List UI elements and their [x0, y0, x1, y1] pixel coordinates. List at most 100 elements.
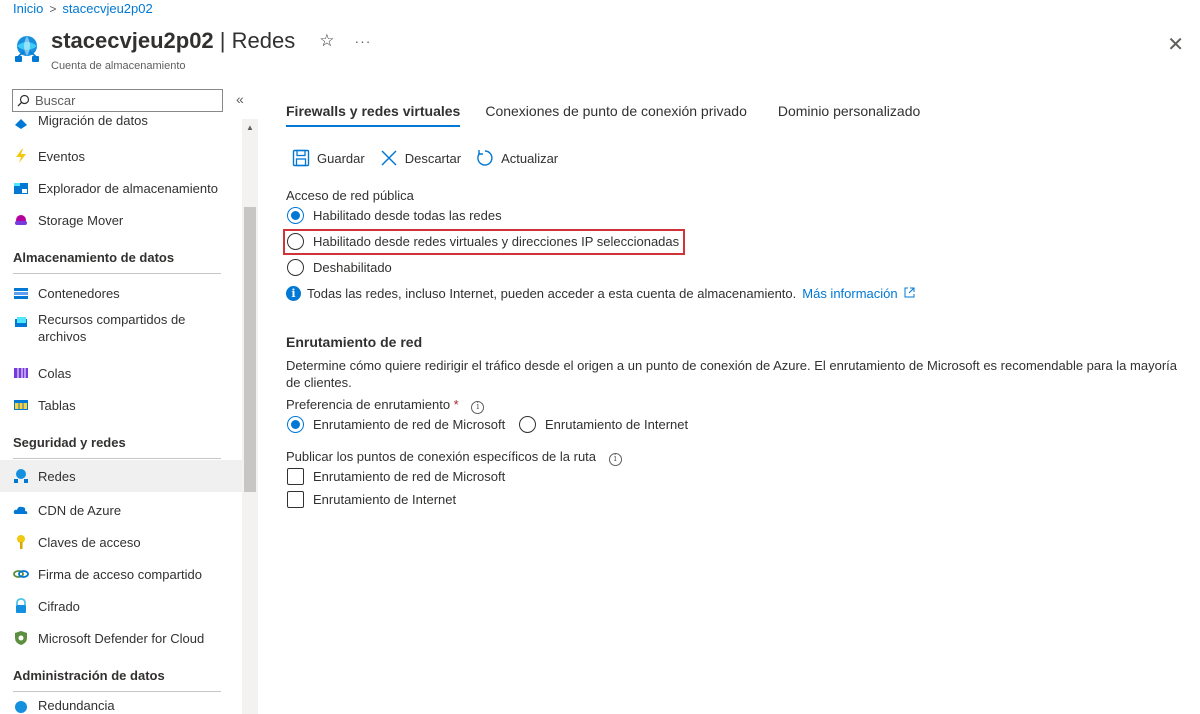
save-label: Guardar [317, 150, 365, 166]
page-subtitle: Cuenta de almacenamiento [51, 60, 186, 72]
save-button[interactable]: Guardar [292, 149, 365, 167]
sidebar-item-claves[interactable]: Claves de acceso [0, 531, 242, 553]
checkbox-publish-internet[interactable]: Enrutamiento de Internet [287, 491, 456, 508]
sidebar-item-firma[interactable]: Firma de acceso compartido [0, 563, 242, 585]
search-input[interactable] [35, 93, 205, 108]
refresh-icon [477, 150, 493, 166]
scrollbar-thumb[interactable] [244, 207, 256, 492]
sidebar-item-label: Eventos [38, 148, 85, 164]
redundancy-icon [12, 698, 29, 714]
checkbox[interactable] [287, 468, 304, 485]
radio-button[interactable] [287, 233, 304, 250]
breadcrumb-current-link[interactable]: stacecvjeu2p02 [62, 1, 152, 16]
info-icon[interactable]: i [471, 400, 485, 414]
refresh-button[interactable]: Actualizar [476, 149, 558, 167]
discard-button[interactable]: Descartar [380, 149, 461, 167]
radio-all-networks[interactable]: Habilitado desde todas las redes [287, 207, 502, 224]
sidebar-item-label: Storage Mover [38, 212, 124, 228]
sidebar-scrollbar[interactable]: ▲ [242, 119, 258, 714]
sidebar: « ▲ Migración de datos Eventos Explorado… [0, 87, 258, 714]
sidebar-item-label: Firma de acceso compartido [38, 566, 203, 582]
scroll-up-icon[interactable]: ▲ [246, 123, 254, 132]
radio-label: Habilitado desde redes virtuales y direc… [313, 234, 680, 249]
events-icon [12, 148, 29, 165]
section-administracion: Administración de datos [13, 668, 221, 692]
radio-label: Enrutamiento de red de Microsoft [313, 417, 506, 432]
checkbox-label: Enrutamiento de red de Microsoft [313, 469, 506, 484]
info-icon: i [286, 286, 301, 301]
chevron-right-icon: > [49, 1, 57, 16]
networking-resource-icon [15, 36, 39, 62]
learn-more-link[interactable]: Más información [802, 286, 915, 301]
radio-label: Habilitado desde todas las redes [313, 208, 502, 223]
info-icon[interactable]: i [608, 452, 622, 466]
radio-selected-networks[interactable]: Habilitado desde redes virtuales y direc… [287, 233, 679, 250]
section-almacenamiento: Almacenamiento de datos [13, 250, 221, 274]
tab-private-endpoints[interactable]: Conexiones de punto de conexión privado [485, 103, 747, 127]
search-box[interactable] [12, 89, 223, 112]
file-shares-icon [12, 313, 29, 330]
networking-icon [12, 468, 29, 485]
sidebar-item-redes[interactable]: Redes [0, 460, 242, 492]
lock-icon [12, 598, 29, 615]
routing-preference-label: Preferencia de enrutamiento * i [286, 397, 485, 414]
radio-button[interactable] [519, 416, 536, 433]
checkbox[interactable] [287, 491, 304, 508]
sidebar-item-label: Migración de datos [38, 114, 148, 128]
sidebar-item-label: CDN de Azure [38, 502, 122, 518]
sidebar-item-migracion[interactable]: Migración de datos [0, 114, 242, 132]
save-icon [292, 149, 310, 167]
cdn-icon [12, 502, 29, 519]
tab-firewalls[interactable]: Firewalls y redes virtuales [286, 103, 461, 127]
page-header: stacecvjeu2p02 | Redes ☆ ··· Cuenta de a… [12, 28, 371, 72]
tab-custom-domain[interactable]: Dominio personalizado [778, 103, 920, 127]
containers-icon [12, 285, 29, 302]
sas-icon [12, 566, 29, 583]
sidebar-item-tablas[interactable]: Tablas [0, 394, 242, 416]
checkbox-label: Enrutamiento de Internet [313, 492, 457, 507]
radio-microsoft-routing[interactable]: Enrutamiento de red de Microsoft [287, 416, 505, 433]
star-icon[interactable]: ☆ [319, 31, 334, 51]
routing-description: Determine cómo quiere redirigir el tráfi… [286, 358, 1177, 390]
shield-icon [12, 630, 29, 647]
sidebar-item-colas[interactable]: Colas [0, 362, 242, 384]
more-icon[interactable]: ··· [354, 33, 371, 49]
close-icon[interactable]: ✕ [1167, 32, 1184, 57]
public-access-label: Acceso de red pública [286, 188, 414, 203]
command-bar: Guardar Descartar Actualizar [292, 149, 573, 167]
tab-bar: Firewalls y redes virtuales Conexiones d… [286, 103, 945, 127]
checkbox-publish-microsoft[interactable]: Enrutamiento de red de Microsoft [287, 468, 505, 485]
radio-internet-routing[interactable]: Enrutamiento de Internet [519, 416, 688, 433]
sidebar-item-label: Cifrado [38, 598, 80, 614]
radio-button-checked[interactable] [287, 207, 304, 224]
section-seguridad: Seguridad y redes [13, 435, 221, 459]
collapse-sidebar-icon[interactable]: « [236, 91, 244, 107]
required-marker: * [453, 397, 459, 412]
sidebar-item-label: Microsoft Defender for Cloud [38, 630, 205, 646]
discard-label: Descartar [404, 150, 462, 166]
discard-icon [381, 150, 397, 166]
sidebar-item-cifrado[interactable]: Cifrado [0, 595, 242, 617]
sidebar-item-cdn[interactable]: CDN de Azure [0, 499, 242, 521]
sidebar-item-label: Explorador de almacenamiento [38, 180, 218, 196]
storage-mover-icon [12, 212, 29, 229]
sidebar-item-label: Tablas [38, 397, 76, 413]
sidebar-item-explorador[interactable]: Explorador de almacenamiento [0, 177, 242, 199]
sidebar-item-storage-mover[interactable]: Storage Mover [0, 209, 242, 231]
sidebar-item-defender[interactable]: Microsoft Defender for Cloud [0, 627, 242, 649]
sidebar-item-contenedores[interactable]: Contenedores [0, 282, 242, 304]
sidebar-item-eventos[interactable]: Eventos [0, 145, 242, 167]
migration-icon [12, 115, 29, 132]
sidebar-item-recursos[interactable]: Recursos compartidos de archivos [0, 311, 242, 349]
radio-button-checked[interactable] [287, 416, 304, 433]
search-icon [17, 94, 30, 107]
sidebar-item-label: Redundancia [38, 698, 115, 713]
key-icon [12, 534, 29, 551]
publish-endpoints-label: Publicar los puntos de conexión específi… [286, 449, 622, 466]
radio-button[interactable] [287, 259, 304, 276]
sidebar-item-redundancia[interactable]: Redundancia [0, 698, 242, 714]
radio-disabled[interactable]: Deshabilitado [287, 259, 392, 276]
breadcrumb-home-link[interactable]: Inicio [13, 1, 43, 16]
routing-section-title: Enrutamiento de red [286, 334, 423, 350]
tables-icon [12, 397, 29, 414]
